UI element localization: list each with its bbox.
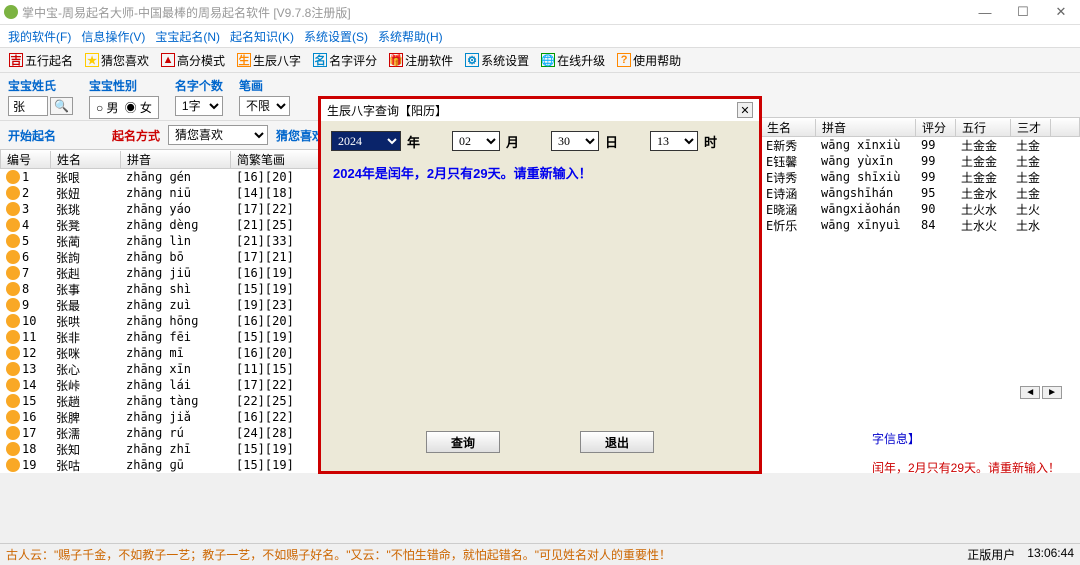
exit-button[interactable]: 退出 xyxy=(580,431,654,453)
menu-item[interactable]: 我的软件(F) xyxy=(4,26,75,47)
strokes-label: 笔画 xyxy=(239,77,290,94)
surname-label: 宝宝姓氏 xyxy=(8,77,73,94)
nav-arrows: ◄ ► xyxy=(1020,386,1062,399)
table-row[interactable]: E诗秀wānɡ shīxiù99土金金土金 xyxy=(760,169,1080,185)
surname-input[interactable] xyxy=(8,96,48,116)
table-row[interactable]: E新秀wānɡ xīnxiù99土金金土金 xyxy=(760,137,1080,153)
query-button[interactable]: 查询 xyxy=(426,431,500,453)
toolbar-button[interactable]: ▲高分模式 xyxy=(156,49,230,72)
menu-item[interactable]: 宝宝起名(N) xyxy=(151,26,224,47)
strokes-select[interactable]: 不限 xyxy=(239,96,290,116)
status-time: 13:06:44 xyxy=(1027,546,1074,563)
toolbar: 吉五行起名★猜您喜欢▲高分模式生生辰八字名名字评分🎁注册软件⚙系统设置🌐在线升级… xyxy=(0,47,1080,73)
chars-label: 名字个数 xyxy=(175,77,223,94)
toolbar-button[interactable]: 🌐在线升级 xyxy=(536,49,610,72)
table-row[interactable]: E诗涵wānɡshīhán95土金水土金 xyxy=(760,185,1080,201)
gender-male-radio[interactable]: ○ 男 xyxy=(96,99,119,116)
method-label: 起名方式 xyxy=(112,127,160,144)
status-user: 正版用户 xyxy=(967,546,1015,563)
bazi-dialog: 生辰八字查询【阳历】 ✕ 2024 年 02 月 30 日 13 时 2024年… xyxy=(318,96,762,474)
table-row[interactable]: E忻乐wānɡ xīnyuì84土水火土水 xyxy=(760,217,1080,233)
next-arrow[interactable]: ► xyxy=(1042,386,1062,399)
statusbar: 古人云："赐子千金，不如教子一艺；教子一艺，不如赐子好名。"又云："不怕生错命，… xyxy=(0,543,1080,565)
search-icon[interactable]: 🔍 xyxy=(50,97,73,115)
year-select[interactable]: 2024 xyxy=(331,131,401,151)
menu-item[interactable]: 系统帮助(H) xyxy=(374,26,447,47)
chars-select[interactable]: 1字 xyxy=(175,96,223,116)
titlebar: 掌中宝-周易起名大师-中国最棒的周易起名软件 [V9.7.8注册版] — ☐ ✕ xyxy=(0,0,1080,25)
toolbar-button[interactable]: ⚙系统设置 xyxy=(460,49,534,72)
gender-label: 宝宝性别 xyxy=(89,77,159,94)
maximize-button[interactable]: ☐ xyxy=(1008,2,1038,22)
gender-female-radio[interactable]: ◉ 女 xyxy=(125,99,152,116)
hour-select[interactable]: 13 xyxy=(650,131,698,151)
menu-item[interactable]: 信息操作(V) xyxy=(77,26,149,47)
menu-item[interactable]: 系统设置(S) xyxy=(300,26,372,47)
window-title: 掌中宝-周易起名大师-中国最棒的周易起名软件 [V9.7.8注册版] xyxy=(22,4,970,21)
status-quote: 古人云："赐子千金，不如教子一艺；教子一艺，不如赐子好名。"又云："不怕生错命，… xyxy=(6,546,967,563)
toolbar-button[interactable]: 吉五行起名 xyxy=(4,49,78,72)
menu-item[interactable]: 起名知识(K) xyxy=(226,26,298,47)
dialog-title: 生辰八字查询【阳历】 xyxy=(327,102,737,119)
table-row[interactable]: E晓涵wānɡxiǎohán90土火水土火 xyxy=(760,201,1080,217)
minimize-button[interactable]: — xyxy=(970,2,1000,22)
error-message: 2024年是闰年，2月只有29天。请重新输入！ xyxy=(331,161,749,184)
month-select[interactable]: 02 xyxy=(452,131,500,151)
toolbar-button[interactable]: 生生辰八字 xyxy=(232,49,306,72)
close-button[interactable]: ✕ xyxy=(1046,2,1076,22)
date-row: 2024 年 02 月 30 日 13 时 xyxy=(331,131,749,151)
toolbar-button[interactable]: ★猜您喜欢 xyxy=(80,49,154,72)
right-table: 生名 拼音 评分 五行 三才 E新秀wānɡ xīnxiù99土金金土金E钰馨w… xyxy=(760,117,1080,233)
toolbar-button[interactable]: 名名字评分 xyxy=(308,49,382,72)
day-select[interactable]: 30 xyxy=(551,131,599,151)
prev-arrow[interactable]: ◄ xyxy=(1020,386,1040,399)
method-select[interactable]: 猜您喜欢 xyxy=(168,125,268,145)
dialog-close-button[interactable]: ✕ xyxy=(737,102,753,118)
table-row[interactable]: E钰馨wānɡ yùxīn99土金金土金 xyxy=(760,153,1080,169)
window-buttons: — ☐ ✕ xyxy=(970,2,1076,22)
dialog-titlebar: 生辰八字查询【阳历】 ✕ xyxy=(321,99,759,121)
app-icon xyxy=(4,5,18,19)
toolbar-button[interactable]: 🎁注册软件 xyxy=(384,49,458,72)
menubar: 我的软件(F) 信息操作(V) 宝宝起名(N) 起名知识(K) 系统设置(S) … xyxy=(0,25,1080,47)
start-label: 开始起名 xyxy=(8,127,56,144)
toolbar-button[interactable]: ?使用帮助 xyxy=(612,49,686,72)
right-info: 字信息】 闰年，2月只有29天。请重新输入！ xyxy=(872,430,1060,476)
right-table-header: 生名 拼音 评分 五行 三才 xyxy=(760,117,1080,137)
